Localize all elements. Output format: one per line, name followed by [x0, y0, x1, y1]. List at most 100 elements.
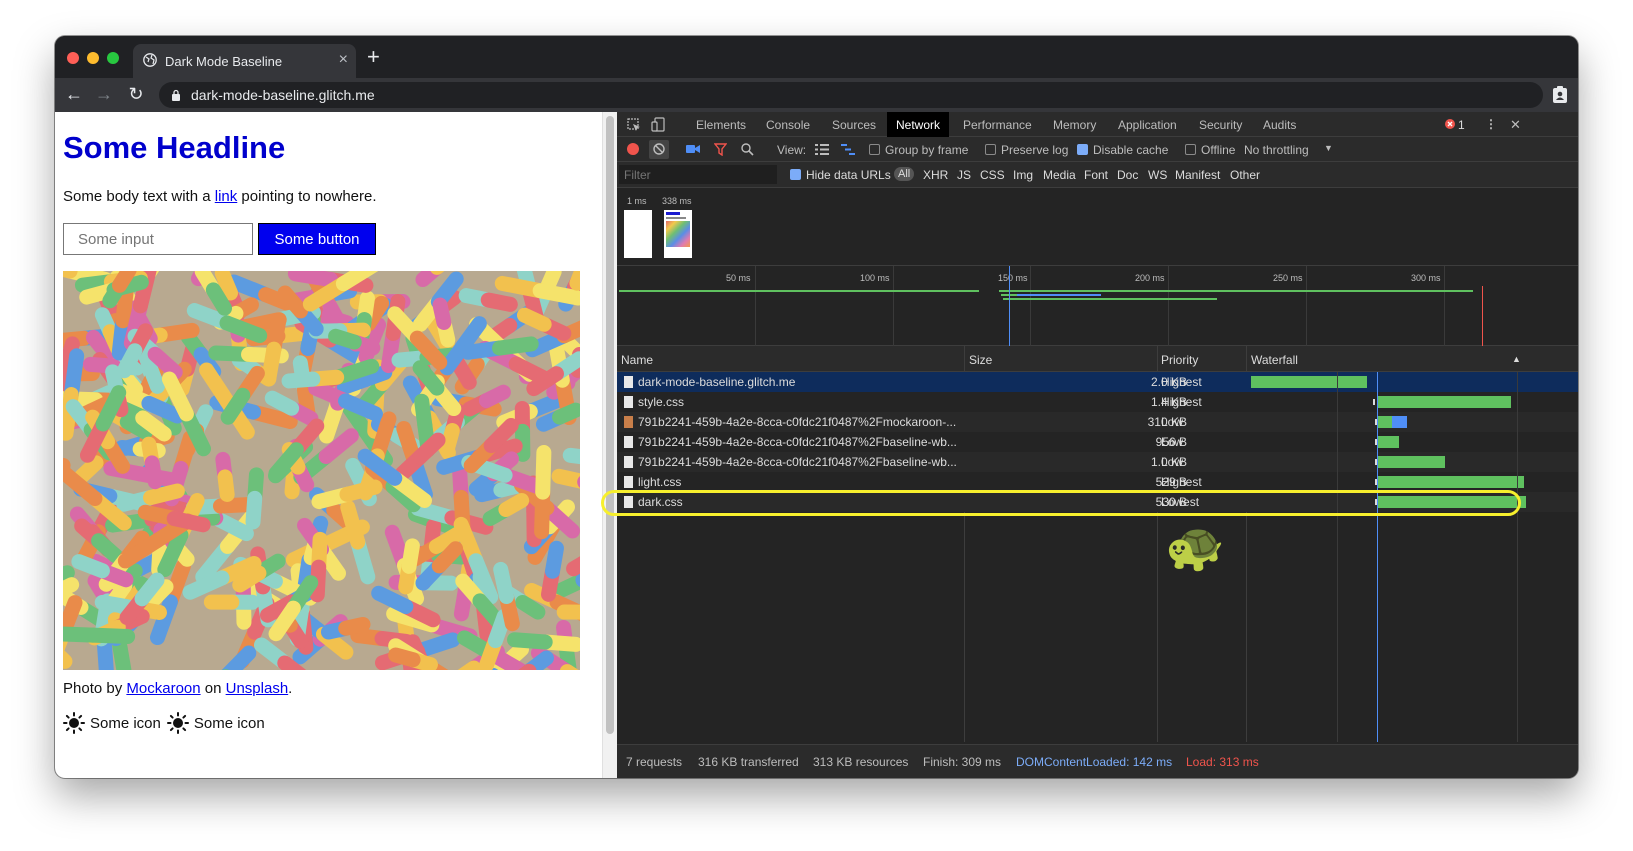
back-button[interactable]: ←: [63, 84, 85, 104]
tab-console[interactable]: Console: [766, 118, 810, 132]
icon-row: Some icon Some icon: [63, 712, 265, 734]
body-text: Some body text with a link pointing to n…: [63, 188, 377, 205]
minimize-window-button[interactable]: [87, 52, 99, 64]
credit-site-link[interactable]: Unsplash: [226, 680, 289, 697]
close-window-button[interactable]: [67, 52, 79, 64]
request-priority: Highest: [1161, 375, 1202, 389]
tab-application[interactable]: Application: [1118, 118, 1177, 132]
screenshot-time-2: 338 ms: [662, 196, 692, 206]
some-button[interactable]: Some button: [258, 223, 376, 255]
image-icon: [624, 456, 633, 468]
lock-icon: [172, 89, 180, 101]
table-row[interactable]: light.css 529 B Highest: [617, 472, 1578, 492]
filter-input[interactable]: [619, 165, 777, 184]
body-link[interactable]: link: [215, 188, 238, 205]
address-bar[interactable]: dark-mode-baseline.glitch.me: [159, 82, 1543, 108]
devtools-menu-icon[interactable]: ⋮: [1485, 117, 1497, 131]
inspect-element-icon[interactable]: [627, 118, 641, 132]
browser-toolbar: ← → ↻ dark-mode-baseline.glitch.me ⋮: [55, 78, 1578, 112]
overview-bar: [1003, 298, 1217, 300]
forward-button[interactable]: →: [93, 84, 115, 104]
stylesheet-icon: [624, 396, 633, 408]
request-name: 791b2241-459b-4a2e-8cca-c0fdc21f0487%2Fb…: [638, 435, 957, 449]
filter-type-css[interactable]: CSS: [980, 168, 1005, 182]
tab-audits[interactable]: Audits: [1263, 118, 1296, 132]
waterfall-bar: [1378, 436, 1399, 448]
chevron-down-icon[interactable]: ▼: [1324, 143, 1333, 153]
table-row[interactable]: 791b2241-459b-4a2e-8cca-c0fdc21f0487%2Fb…: [617, 432, 1578, 452]
clear-icon: [653, 143, 665, 155]
image-icon: [624, 416, 633, 428]
reload-button[interactable]: ↻: [125, 84, 147, 104]
offline-checkbox[interactable]: [1185, 144, 1196, 155]
filter-type-ws[interactable]: WS: [1148, 168, 1167, 182]
waterfall-bar: [1251, 376, 1367, 388]
view-label: View:: [777, 143, 807, 157]
page-headline: Some Headline: [63, 130, 286, 165]
error-icon[interactable]: [1445, 119, 1455, 129]
overview-bar: [1017, 294, 1101, 296]
throttling-select[interactable]: No throttling: [1244, 143, 1309, 157]
preserve-log-checkbox[interactable]: [985, 144, 996, 155]
tab-memory[interactable]: Memory: [1053, 118, 1096, 132]
table-row[interactable]: 791b2241-459b-4a2e-8cca-c0fdc21f0487%2Fb…: [617, 452, 1578, 472]
tab-sources[interactable]: Sources: [832, 118, 876, 132]
scrollbar-thumb[interactable]: [606, 116, 614, 734]
page-scrollbar[interactable]: [602, 112, 617, 778]
turtle-icon: 🐢: [1165, 521, 1225, 574]
tab-elements[interactable]: Elements: [696, 118, 746, 132]
filter-icon[interactable]: [714, 143, 727, 156]
overview-bar: [619, 290, 979, 292]
tab-close-icon[interactable]: ×: [339, 51, 348, 69]
clear-button[interactable]: [649, 140, 669, 159]
screenshot-thumbnail-1[interactable]: [624, 210, 652, 258]
record-icon[interactable]: [627, 143, 639, 155]
summary-load: Load: 313 ms: [1186, 755, 1259, 769]
credit-prefix: Photo by: [63, 680, 127, 697]
browser-tab[interactable]: Dark Mode Baseline ×: [133, 44, 356, 78]
table-row[interactable]: dark-mode-baseline.glitch.me 2.0 KB High…: [617, 372, 1578, 392]
maximize-window-button[interactable]: [107, 52, 119, 64]
dcl-marker: [1009, 266, 1010, 346]
column-name[interactable]: Name: [621, 353, 653, 367]
filter-type-xhr[interactable]: XHR: [923, 168, 948, 182]
sort-ascending-icon[interactable]: ▲: [1512, 354, 1521, 364]
disable-cache-checkbox[interactable]: [1077, 144, 1088, 155]
timeline-overview[interactable]: 50 ms 100 ms 150 ms 200 ms 250 ms 300 ms: [617, 266, 1578, 346]
filter-type-all[interactable]: All: [894, 167, 915, 181]
some-input[interactable]: [63, 223, 253, 255]
filter-type-js[interactable]: JS: [957, 168, 971, 182]
table-row[interactable]: 791b2241-459b-4a2e-8cca-c0fdc21f0487%2Fm…: [617, 412, 1578, 432]
new-tab-button[interactable]: +: [367, 46, 380, 68]
error-count[interactable]: 1: [1458, 118, 1465, 132]
hide-data-urls-checkbox[interactable]: [790, 169, 801, 180]
group-by-frame-checkbox[interactable]: [869, 144, 880, 155]
column-priority[interactable]: Priority: [1161, 353, 1198, 367]
filter-type-other[interactable]: Other: [1230, 168, 1260, 182]
tick-label: 300 ms: [1411, 273, 1441, 283]
filter-type-manifest[interactable]: Manifest: [1175, 168, 1220, 182]
credit-author-link[interactable]: Mockaroon: [126, 680, 200, 697]
request-name: 791b2241-459b-4a2e-8cca-c0fdc21f0487%2Fm…: [638, 415, 957, 429]
screenshot-thumbnail-2[interactable]: [664, 210, 692, 258]
tab-security[interactable]: Security: [1199, 118, 1242, 132]
filter-type-font[interactable]: Font: [1084, 168, 1108, 182]
tab-performance[interactable]: Performance: [963, 118, 1032, 132]
table-row[interactable]: style.css 1.4 KB Highest: [617, 392, 1578, 412]
column-waterfall[interactable]: Waterfall: [1251, 353, 1298, 367]
overview-icon[interactable]: [841, 144, 855, 155]
filter-type-doc[interactable]: Doc: [1117, 168, 1138, 182]
large-rows-icon[interactable]: [815, 144, 829, 155]
devtools-tab-bar: Elements Console Sources Network Perform…: [617, 112, 1578, 137]
search-icon[interactable]: [741, 143, 754, 156]
image-icon: [624, 436, 633, 448]
filter-type-img[interactable]: Img: [1013, 168, 1033, 182]
devtools-close-icon[interactable]: ✕: [1510, 117, 1521, 133]
requests-table-header: Name Size Priority Waterfall ▲: [617, 346, 1578, 372]
capture-screenshots-icon[interactable]: [686, 144, 700, 154]
tab-network[interactable]: Network: [887, 112, 950, 137]
device-toolbar-icon[interactable]: [651, 117, 665, 132]
extension-icon[interactable]: [1552, 86, 1568, 104]
column-size[interactable]: Size: [969, 353, 992, 367]
filter-type-media[interactable]: Media: [1043, 168, 1076, 182]
